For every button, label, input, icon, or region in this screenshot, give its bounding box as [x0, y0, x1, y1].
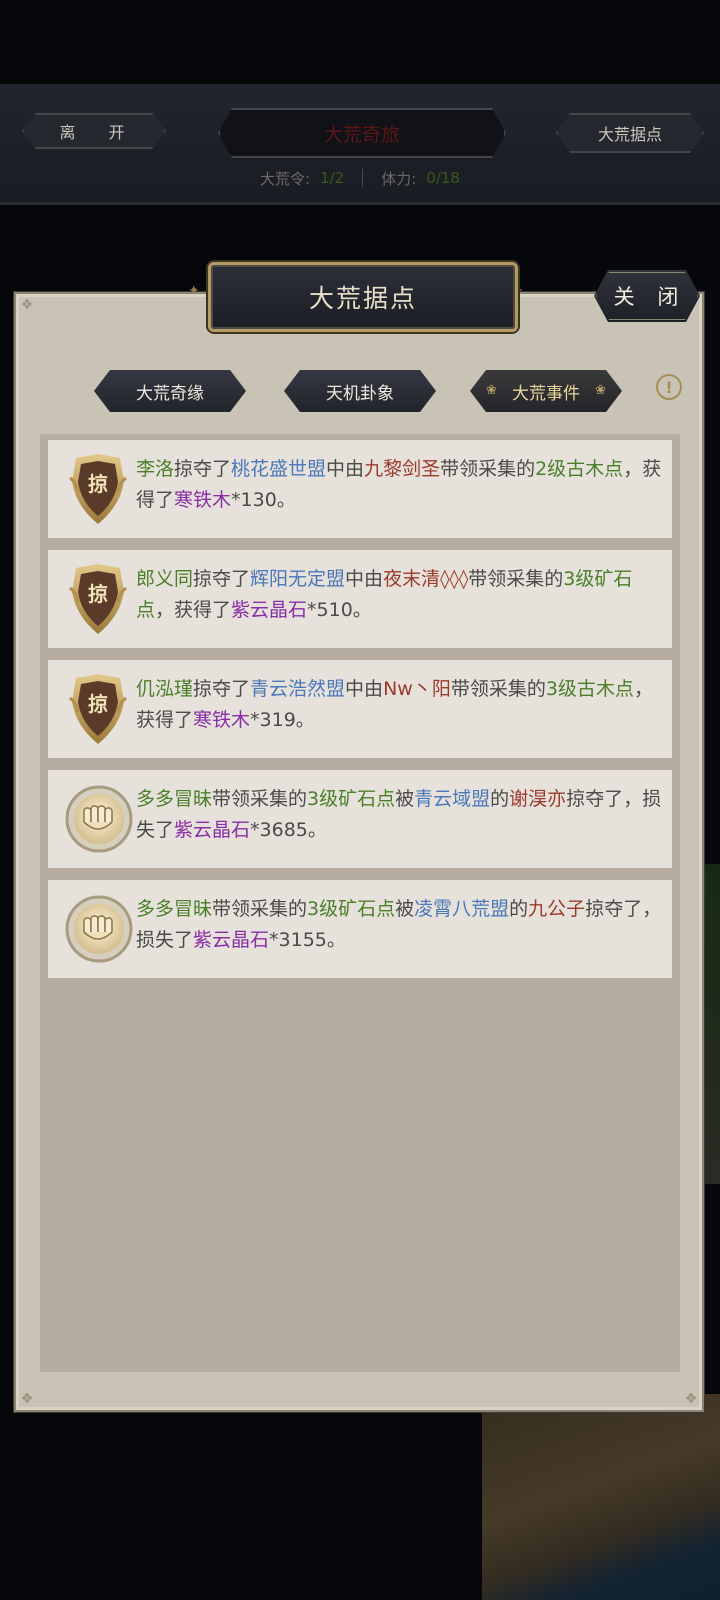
map-background — [482, 1394, 720, 1600]
event-text-segment: Nw丶阳 — [383, 678, 451, 700]
resource-stats: 大荒令: 1/2 体力: 0/18 — [0, 166, 720, 190]
stronghold-button[interactable]: 大荒据点 — [556, 113, 704, 153]
event-text-segment: 九公子 — [528, 898, 586, 920]
event-text-segment: 紫云晶石 — [174, 819, 251, 841]
event-text-segment: 青云浩然盟 — [250, 678, 346, 700]
stat-stamina-label: 体力: — [381, 169, 417, 188]
event-item: 掠 李洛掠夺了桃花盛世盟中由九黎剑圣带领采集的2级古木点，获得了寒铁木*130。 — [48, 440, 672, 538]
event-text-segment: *3685。 — [250, 819, 327, 841]
stat-divider — [362, 169, 364, 187]
event-text-segment: 被 — [395, 898, 415, 920]
event-text-segment: 带领采集的 — [212, 788, 308, 810]
event-text-segment: 掠夺了 — [174, 458, 232, 480]
event-text-segment: *510。 — [307, 599, 372, 621]
event-text: 李洛掠夺了桃花盛世盟中由九黎剑圣带领采集的2级古木点，获得了寒铁木*130。 — [136, 454, 662, 516]
corner-ornament-icon: ❖ — [20, 297, 34, 313]
event-text-segment: 寒铁木 — [193, 709, 251, 731]
plunder-badge-label: 掠 — [88, 582, 108, 606]
tab-events[interactable]: ❀ 大荒事件 ❀ — [470, 370, 622, 412]
event-text-segment: 紫云晶石 — [193, 929, 270, 951]
event-text: 仉泓瑾掠夺了青云浩然盟中由Nw丶阳带领采集的3级古木点，获得了寒铁木*319。 — [136, 674, 662, 736]
leave-button[interactable]: 离 开 — [22, 113, 166, 149]
event-item: 掠 郎义同掠夺了辉阳无定盟中由夜末清◊◊◊带领采集的3级矿石点，获得了紫云晶石*5… — [48, 550, 672, 648]
event-text-segment: 的 — [509, 898, 529, 920]
tab-ornament-icon: ❀ — [486, 383, 497, 398]
event-text-segment: 多多冒昧 — [136, 898, 213, 920]
event-text-segment: 3级矿石点 — [307, 788, 396, 810]
info-icon[interactable]: ! — [656, 374, 682, 400]
event-text-segment: 谢淏亦 — [509, 788, 567, 810]
event-text-segment: *319。 — [250, 709, 315, 731]
stat-stamina-value: 0/18 — [426, 169, 460, 187]
event-text-segment: 多多冒昧 — [136, 788, 213, 810]
event-item: 多多冒昧带领采集的3级矿石点被青云域盟的谢淏亦掠夺了，损失了紫云晶石*3685。 — [48, 770, 672, 868]
event-text-segment: 的 — [490, 788, 510, 810]
event-text-segment: 寒铁木 — [174, 489, 232, 511]
event-text-segment: 掠夺了 — [193, 568, 251, 590]
event-text-segment: ，获得了 — [155, 599, 232, 621]
event-text-segment: 辉阳无定盟 — [250, 568, 346, 590]
plunder-badge-label: 掠 — [88, 472, 108, 496]
tab-divination[interactable]: 天机卦象 — [284, 370, 436, 412]
event-text-segment: 紫云晶石 — [231, 599, 308, 621]
event-text-segment: 3级矿石点 — [307, 898, 396, 920]
tab-ornament-icon: ❀ — [595, 383, 606, 398]
event-text-segment: *3155。 — [269, 929, 346, 951]
event-text-segment: 九黎剑圣 — [364, 458, 441, 480]
event-text: 多多冒昧带领采集的3级矿石点被青云域盟的谢淏亦掠夺了，损失了紫云晶石*3685。 — [136, 784, 662, 846]
tab-label: 大荒奇缘 — [136, 383, 204, 404]
event-text-segment: 仉泓瑾 — [136, 678, 194, 700]
event-text: 郎义同掠夺了辉阳无定盟中由夜末清◊◊◊带领采集的3级矿石点，获得了紫云晶石*51… — [136, 564, 662, 626]
event-text-segment: 青云域盟 — [414, 788, 491, 810]
event-text-segment: 掠夺了 — [193, 678, 251, 700]
stat-token-value: 1/2 — [320, 169, 345, 187]
event-text-segment: 3级古木点 — [545, 678, 634, 700]
tab-label: 天机卦象 — [326, 383, 394, 404]
event-item: 掠 仉泓瑾掠夺了青云浩然盟中由Nw丶阳带领采集的3级古木点，获得了寒铁木*319。 — [48, 660, 672, 758]
event-text-segment: 中由 — [345, 568, 384, 590]
event-text-segment: *130。 — [231, 489, 296, 511]
close-button[interactable]: 关 闭 — [594, 270, 700, 322]
event-text-segment: 带领采集的 — [440, 458, 536, 480]
event-text-segment: 带领采集的 — [212, 898, 308, 920]
background-title: 大荒奇旅 — [218, 108, 506, 158]
event-text-segment: 带领采集的 — [450, 678, 546, 700]
corner-ornament-icon: ❖ — [684, 1391, 698, 1407]
corner-ornament-icon: ❖ — [20, 1391, 34, 1407]
event-text-segment: 凌霄八荒盟 — [414, 898, 510, 920]
tab-label: 大荒事件 — [512, 383, 580, 404]
event-text-segment: 带领采集的 — [468, 568, 564, 590]
event-text-segment: 被 — [395, 788, 415, 810]
event-text-segment: 郎义同 — [136, 568, 194, 590]
event-text-segment: 桃花盛世盟 — [231, 458, 327, 480]
event-text-segment: 2级古木点 — [535, 458, 624, 480]
event-text: 多多冒昧带领采集的3级矿石点被凌霄八荒盟的九公子掠夺了，损失了紫云晶石*3155… — [136, 894, 662, 956]
title-wing-left-icon: ✦ — [188, 283, 200, 299]
plunder-badge-label: 掠 — [88, 692, 108, 716]
event-text-segment: 夜末清◊◊◊ — [383, 568, 469, 590]
event-text-segment: 中由 — [326, 458, 365, 480]
stat-token-label: 大荒令: — [260, 169, 311, 188]
event-item: 多多冒昧带领采集的3级矿石点被凌霄八荒盟的九公子掠夺了，损失了紫云晶石*3155… — [48, 880, 672, 978]
dialog-title: 大荒据点 — [208, 262, 518, 332]
tab-encounter[interactable]: 大荒奇缘 — [94, 370, 246, 412]
event-text-segment: 李洛 — [136, 458, 175, 480]
event-text-segment: 中由 — [345, 678, 384, 700]
